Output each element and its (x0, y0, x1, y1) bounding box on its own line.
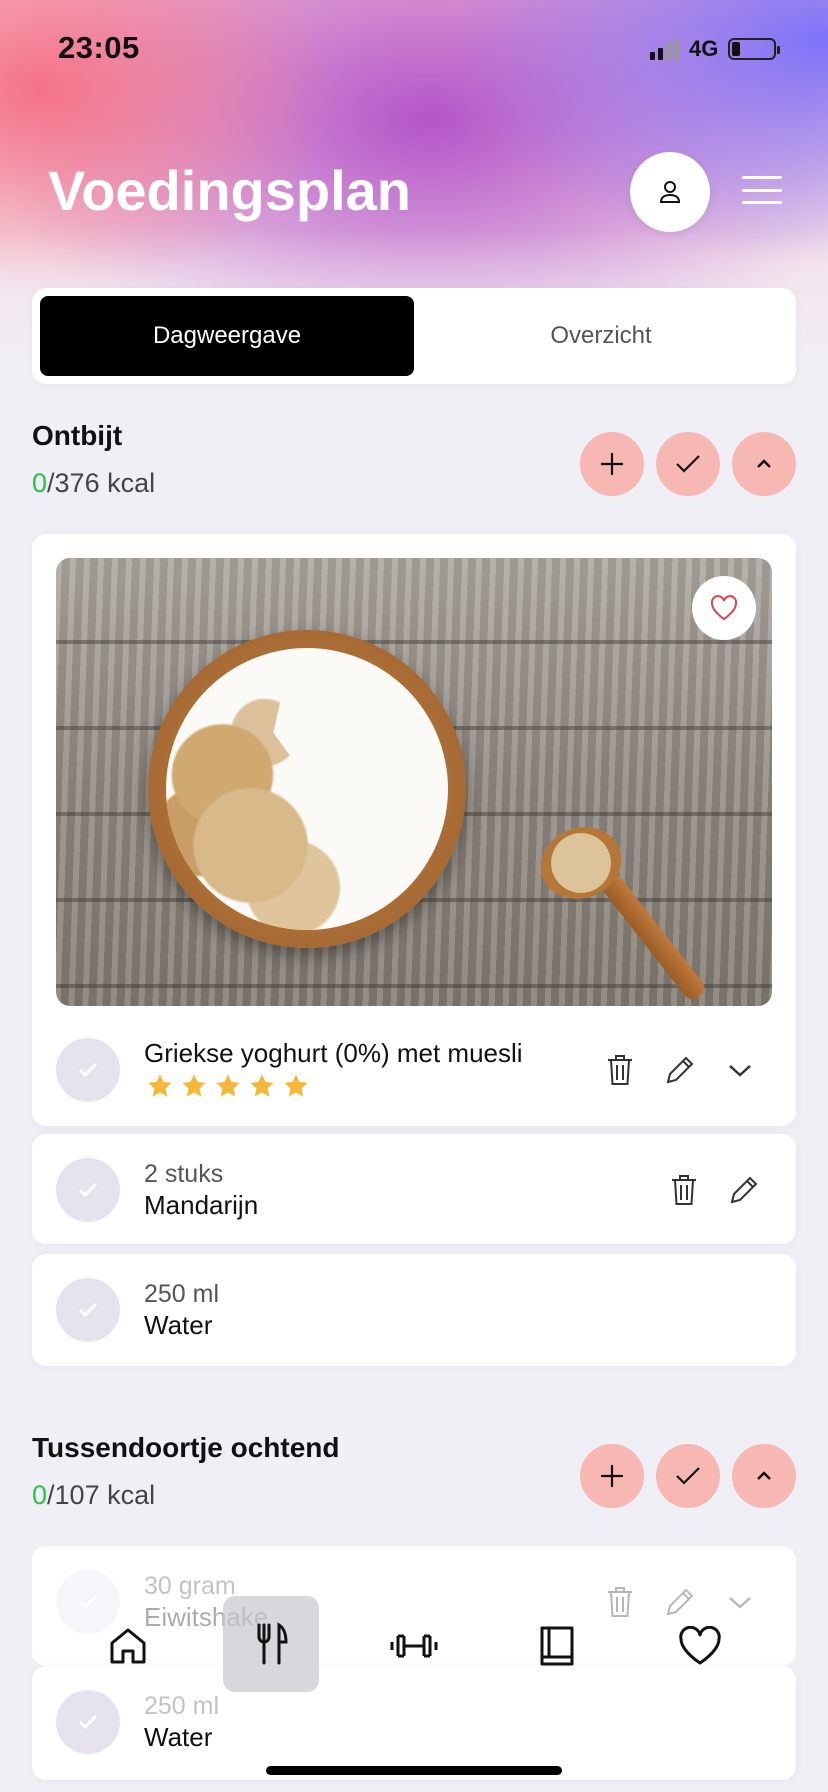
expand-item-button[interactable] (720, 1048, 760, 1092)
rating-stars (146, 1072, 310, 1100)
complete-meal-button[interactable] (656, 432, 720, 496)
delete-button[interactable] (664, 1168, 704, 1212)
complete-meal-button[interactable] (656, 1444, 720, 1508)
check-icon (78, 1714, 98, 1730)
tab-dagweergave[interactable]: Dagweergave (40, 296, 414, 376)
collapse-meal-button[interactable] (732, 1444, 796, 1508)
delete-button[interactable] (600, 1048, 640, 1092)
star-icon (182, 1074, 206, 1097)
user-icon (659, 181, 681, 203)
star-icon (148, 1074, 172, 1097)
collapse-meal-button[interactable] (732, 432, 796, 496)
item-check-button[interactable] (56, 1278, 120, 1342)
dumbbell-icon (390, 1634, 438, 1658)
favorite-button[interactable] (692, 576, 756, 640)
bottom-navigation (0, 1590, 828, 1700)
star-icon (284, 1074, 308, 1097)
hamburger-icon-line (742, 201, 782, 204)
edit-button[interactable] (660, 1048, 700, 1092)
profile-button[interactable] (630, 152, 710, 232)
status-time: 23:05 (58, 30, 140, 65)
edit-button[interactable] (724, 1168, 764, 1212)
signal-icon (650, 38, 679, 60)
pencil-icon (730, 1176, 758, 1204)
kcal-ontbijt: 0/376 kcal (32, 468, 156, 498)
chevron-up-icon (757, 1471, 771, 1480)
bowl-illustration (148, 630, 466, 948)
heart-outline-icon (710, 595, 738, 621)
check-icon (78, 1302, 98, 1318)
menu-button[interactable] (740, 170, 784, 210)
nav-recipes[interactable] (509, 1598, 605, 1694)
star-icon (250, 1074, 274, 1097)
plus-icon (601, 1465, 623, 1487)
nav-favorites[interactable] (652, 1598, 748, 1694)
battery-icon (728, 38, 781, 60)
trash-icon (672, 1175, 696, 1205)
section-title-ontbijt: Ontbijt (32, 420, 123, 451)
status-indicators: 4G (650, 36, 781, 62)
chevron-up-icon (757, 459, 771, 468)
check-icon (676, 1467, 700, 1485)
item-check-button[interactable] (56, 1038, 120, 1102)
check-icon (78, 1062, 98, 1078)
add-meal-button[interactable] (580, 1444, 644, 1508)
spoon-illustration (598, 871, 709, 1003)
nav-home[interactable] (80, 1598, 176, 1694)
item-name: Water (144, 1310, 213, 1340)
pencil-icon (666, 1056, 694, 1084)
check-icon (78, 1182, 98, 1198)
add-meal-button[interactable] (580, 432, 644, 496)
chevron-down-icon (729, 1065, 751, 1077)
section-title-tussendoortje: Tussendoortje ochtend (32, 1432, 340, 1463)
hamburger-icon-line (742, 176, 782, 179)
item-name: Mandarijn (144, 1190, 259, 1220)
check-icon (676, 455, 700, 473)
item-quantity: 250 ml (144, 1280, 220, 1308)
nav-workout[interactable] (366, 1598, 462, 1694)
book-icon (540, 1626, 574, 1666)
tab-overzicht[interactable]: Overzicht (414, 296, 788, 376)
star-icon (216, 1074, 240, 1097)
kcal-tussendoortje: 0/107 kcal (32, 1480, 156, 1510)
item-quantity: 2 stuks (144, 1160, 224, 1188)
meal-photo[interactable] (56, 558, 772, 1006)
trash-icon (608, 1055, 632, 1085)
heart-icon (679, 1626, 721, 1665)
network-label: 4G (689, 36, 719, 61)
view-tabs: Dagweergave Overzicht (32, 288, 796, 384)
page-title: Voedingsplan (48, 159, 411, 222)
nav-nutrition[interactable] (223, 1596, 319, 1692)
item-name: Water (144, 1722, 213, 1752)
home-icon (110, 1628, 146, 1664)
plus-icon (601, 453, 623, 475)
item-check-button[interactable] (56, 1158, 120, 1222)
home-indicator (266, 1766, 562, 1775)
item-name: Griekse yoghurt (0%) met muesli (144, 1038, 523, 1068)
hamburger-icon-line (742, 188, 782, 192)
fork-knife-icon (257, 1622, 288, 1665)
